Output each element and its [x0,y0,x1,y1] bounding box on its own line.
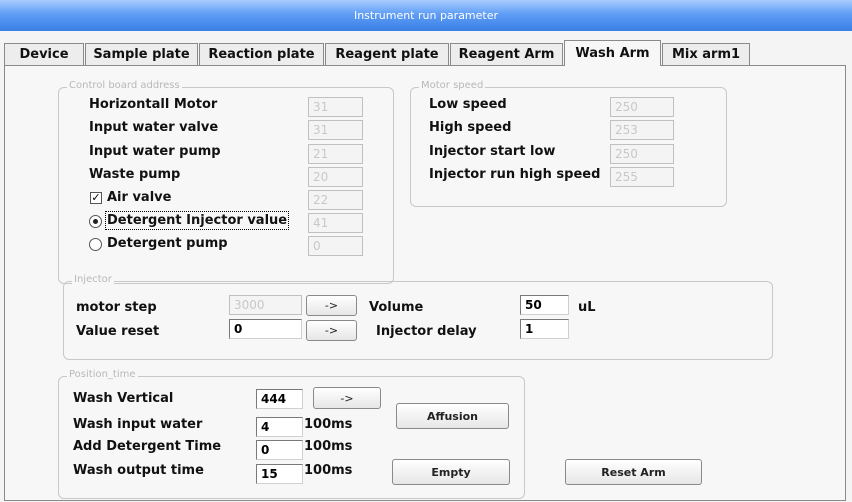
tab-wash-arm[interactable]: Wash Arm [564,40,661,66]
input-water-valve-field: 31 [308,120,363,140]
low-speed-field: 250 [610,97,674,117]
injector-run-high-speed-field: 255 [610,167,674,187]
reset-arm-button[interactable]: Reset Arm [565,459,702,485]
horizontal-motor-label: Horizontall Motor [89,97,218,112]
injector-delay-label: Injector delay [376,324,477,339]
motor-step-field: 3000 [229,295,302,315]
wash-input-water-unit: 100ms [304,417,353,432]
detergent-injector-field: 41 [308,213,363,233]
tab-bar: Device Sample plate Reaction plate Reage… [0,40,852,66]
motor-speed-group: Motor speed Low speed 250 High speed 253… [410,80,727,207]
horizontal-motor-field: 31 [308,97,363,117]
motor-step-arrow-button[interactable]: -> [306,295,357,316]
value-reset-label: Value reset [76,324,160,339]
waste-pump-label: Waste pump [89,167,181,182]
control-board-group: Control board address Horizontall Motor … [58,80,394,284]
position-time-legend: Position_time [67,369,138,380]
high-speed-field: 253 [610,120,674,140]
injector-legend: Injector [72,274,114,285]
wash-output-time-field[interactable]: 15 [256,464,303,484]
detergent-pump-radio[interactable] [89,238,102,251]
detergent-injector-radio[interactable] [89,215,102,228]
injector-delay-field[interactable]: 1 [520,319,569,339]
tab-reagent-plate[interactable]: Reagent plate [325,43,449,65]
low-speed-label: Low speed [429,97,507,112]
wash-output-time-unit: 100ms [304,463,353,478]
window-titlebar: Instrument run parameter [0,0,852,31]
window-title: Instrument run parameter [353,9,499,22]
wash-input-water-label: Wash input water [73,417,203,432]
volume-label: Volume [369,300,424,315]
value-reset-field[interactable]: 0 [229,319,302,339]
tab-reaction-plate[interactable]: Reaction plate [199,43,324,65]
tab-device[interactable]: Device [4,43,84,65]
air-valve-label[interactable]: Air valve [107,190,171,205]
wash-vertical-label: Wash Vertical [73,391,174,406]
input-water-pump-label: Input water pump [89,144,221,159]
detergent-pump-label[interactable]: Detergent pump [107,236,228,251]
volume-unit: uL [578,300,596,315]
input-water-pump-field: 21 [308,144,363,164]
value-reset-arrow-button[interactable]: -> [306,320,357,341]
affusion-button[interactable]: Affusion [396,403,509,429]
wash-vertical-field[interactable]: 444 [256,389,303,409]
wash-output-time-label: Wash output time [73,463,204,478]
waste-pump-field: 20 [308,167,363,187]
empty-button[interactable]: Empty [392,459,510,485]
high-speed-label: High speed [429,120,512,135]
motor-step-label: motor step [76,300,157,315]
control-board-legend: Control board address [67,80,182,91]
wash-arm-panel: Control board address Horizontall Motor … [4,65,846,501]
detergent-injector-label[interactable]: Detergent Injector value [104,211,290,230]
injector-start-low-field: 250 [610,144,674,164]
add-detergent-time-unit: 100ms [304,439,353,454]
injector-group: Injector motor step 3000 -> Volume 50 uL… [63,274,773,360]
air-valve-checkbox[interactable]: ✓ [90,192,102,204]
air-valve-field: 22 [308,190,363,210]
injector-run-high-speed-label: Injector run high speed [429,167,601,182]
volume-field[interactable]: 50 [520,295,569,315]
motor-speed-legend: Motor speed [419,80,486,91]
injector-start-low-label: Injector start low [429,144,556,159]
add-detergent-time-label: Add Detergent Time [73,439,222,454]
tab-mix-arm1[interactable]: Mix arm1 [662,43,750,65]
detergent-pump-field: 0 [308,236,363,256]
tab-reagent-arm[interactable]: Reagent Arm [450,43,563,65]
wash-vertical-arrow-button[interactable]: -> [313,387,381,409]
add-detergent-time-field[interactable]: 0 [256,440,303,460]
tab-sample-plate[interactable]: Sample plate [85,43,198,65]
input-water-valve-label: Input water valve [89,120,219,135]
wash-input-water-field[interactable]: 4 [256,417,303,437]
